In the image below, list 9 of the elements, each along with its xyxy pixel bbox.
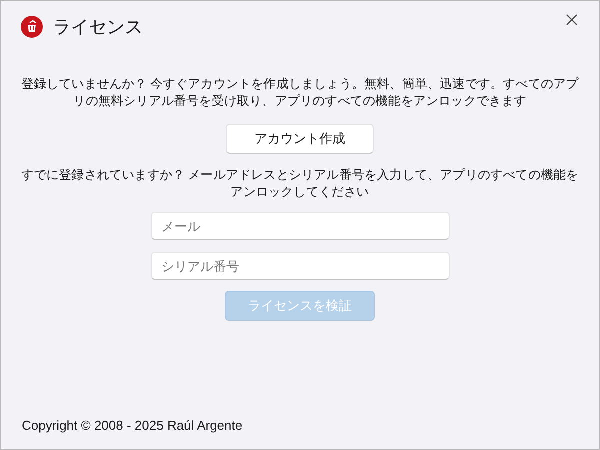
email-field[interactable]: メール <box>150 212 450 240</box>
window-title: ライセンス <box>53 16 143 38</box>
close-icon <box>566 14 578 26</box>
register-message: 登録していませんか？ 今すぐアカウントを作成しましょう。無料、簡単、迅速です。すべてのアプリの無料シリアル番号を受け取り、アプリのすべての機能をアンロックできます <box>20 76 580 110</box>
app-logo-icon <box>21 16 43 38</box>
create-account-button[interactable]: アカウント作成 <box>226 124 374 154</box>
copyright-text: Copyright © 2008 - 2025 Raúl Argente <box>22 416 244 435</box>
activate-message: すでに登録されていますか？ メールアドレスとシリアル番号を入力して、アプリのすべての機能をアンロックしてください <box>20 167 580 201</box>
serial-number-field[interactable]: シリアル番号 <box>150 252 450 280</box>
